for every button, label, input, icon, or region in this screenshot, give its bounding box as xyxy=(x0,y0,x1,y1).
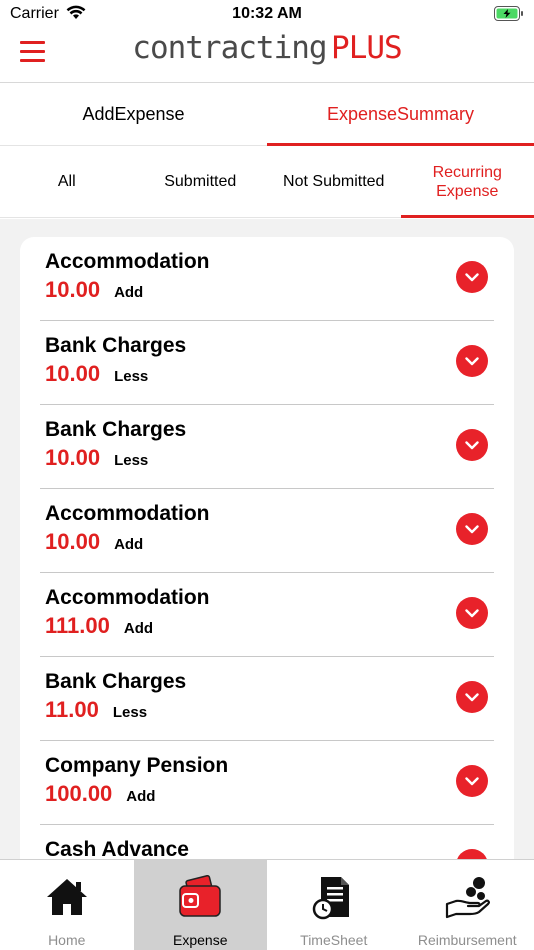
status-time: 10:32 AM xyxy=(232,5,302,22)
expense-name: Cash Advance xyxy=(45,838,189,859)
chevron-down-icon[interactable] xyxy=(456,261,488,293)
battery-charging-icon xyxy=(494,6,523,21)
expense-amount-line: 10.00 Add xyxy=(45,529,143,555)
tab-add-expense[interactable]: AddExpense xyxy=(0,84,267,145)
home-icon xyxy=(46,879,87,915)
tab-expense-summary[interactable]: ExpenseSummary xyxy=(267,84,534,146)
expense-amount-line: 11.00 Less xyxy=(45,697,147,723)
tab-all[interactable]: All xyxy=(0,146,134,217)
chevron-down-icon[interactable] xyxy=(456,597,488,629)
expense-row[interactable]: Bank Charges 11.00 Less xyxy=(40,657,494,741)
expense-amount-line: 111.00 Add xyxy=(45,613,153,639)
expense-type: Less xyxy=(112,704,148,721)
app-logo: contracting PLUS xyxy=(0,30,534,66)
expense-type: Add xyxy=(114,536,144,553)
filter-tabs: All Submitted Not Submitted Recurring Ex… xyxy=(0,146,534,218)
wallet-icon xyxy=(179,874,221,917)
expense-type: Add xyxy=(126,788,156,805)
expense-amount-line: 10.00 Less xyxy=(45,361,148,387)
bottom-tab-bar: Home Expense TimeSheet Reimbursement xyxy=(0,859,534,950)
status-bar: Carrier 10:32 AM xyxy=(0,0,534,28)
expense-amount: 11.00 xyxy=(45,697,99,722)
expense-type: Less xyxy=(114,452,149,469)
timesheet-icon xyxy=(312,877,349,920)
expense-name: Accommodation xyxy=(45,586,210,609)
expense-amount: 10.00 xyxy=(45,361,101,386)
expense-name: Bank Charges xyxy=(45,418,187,441)
nav-bar: contracting PLUS xyxy=(0,28,534,83)
tab-home-label: Home xyxy=(48,932,86,948)
tab-expense-label: Expense xyxy=(173,932,228,948)
expense-type: Add xyxy=(123,620,154,637)
chevron-down-icon[interactable] xyxy=(456,681,488,713)
tab-timesheet-label: TimeSheet xyxy=(300,932,368,948)
tab-expense[interactable]: Expense xyxy=(133,860,267,950)
main-tabs: AddExpense ExpenseSummary xyxy=(0,84,534,146)
expense-amount: 10.00 xyxy=(45,529,101,554)
chevron-down-icon[interactable] xyxy=(456,429,488,461)
logo-plus-text: PLUS xyxy=(331,30,403,66)
chevron-down-icon[interactable] xyxy=(456,345,488,377)
tab-timesheet[interactable]: TimeSheet xyxy=(267,860,401,950)
reimbursement-icon xyxy=(446,877,491,919)
expense-type: Add xyxy=(114,284,144,301)
expense-name: Company Pension xyxy=(45,754,229,777)
chevron-down-icon[interactable] xyxy=(456,765,488,797)
chevron-down-icon[interactable] xyxy=(456,849,488,859)
expense-amount-line: 10.00 Add xyxy=(45,277,143,303)
expense-type: Less xyxy=(114,368,149,385)
expense-list-area[interactable]: Accommodation 10.00 Add Bank Charges 10.0… xyxy=(0,219,534,859)
tab-recurring-expense[interactable]: Recurring Expense xyxy=(400,146,534,218)
tab-not-submitted[interactable]: Not Submitted xyxy=(267,146,401,217)
expense-amount: 10.00 xyxy=(45,277,101,302)
expense-row[interactable]: Accommodation 111.00 Add xyxy=(40,573,494,657)
expense-amount-line: 100.00 Add xyxy=(45,781,155,807)
expense-row[interactable]: Accommodation 10.00 Add xyxy=(40,237,494,321)
expense-name: Accommodation xyxy=(45,250,210,273)
chevron-down-icon[interactable] xyxy=(456,513,488,545)
expense-row[interactable]: Bank Charges 10.00 Less xyxy=(40,321,494,405)
logo-main-text: contracting xyxy=(132,30,327,66)
expense-list-card: Accommodation 10.00 Add Bank Charges 10.0… xyxy=(20,237,514,859)
expense-amount: 100.00 xyxy=(45,781,113,806)
tab-reimbursement-label: Reimbursement xyxy=(417,932,517,948)
tab-submitted[interactable]: Submitted xyxy=(134,146,268,217)
expense-amount: 111.00 xyxy=(45,613,110,638)
expense-name: Accommodation xyxy=(45,502,210,525)
expense-row[interactable]: Company Pension 100.00 Add xyxy=(40,741,494,825)
expense-name: Bank Charges xyxy=(45,670,187,693)
expense-row[interactable]: Accommodation 10.00 Add xyxy=(40,489,494,573)
tab-reimbursement[interactable]: Reimbursement xyxy=(401,860,534,950)
tab-home[interactable]: Home xyxy=(0,860,134,950)
expense-row[interactable]: Bank Charges 10.00 Less xyxy=(40,405,494,489)
expense-row[interactable]: Cash Advance xyxy=(40,825,494,859)
expense-amount: 10.00 xyxy=(45,445,101,470)
expense-amount-line: 10.00 Less xyxy=(45,445,148,471)
expense-name: Bank Charges xyxy=(45,334,187,357)
